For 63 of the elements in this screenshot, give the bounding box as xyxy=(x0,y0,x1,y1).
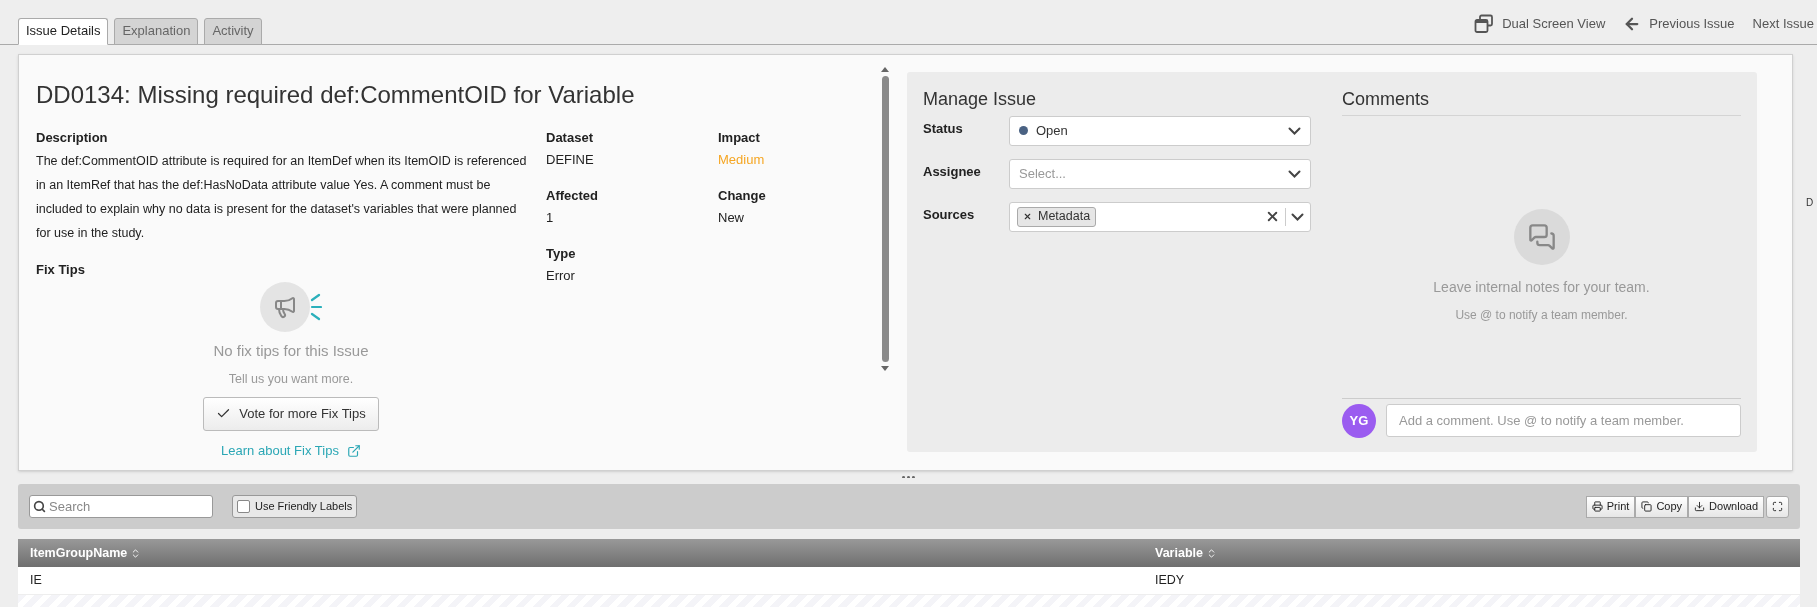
download-button[interactable]: Download xyxy=(1688,495,1764,518)
comment-input[interactable]: Add a comment. Use @ to notify a team member. xyxy=(1386,404,1741,437)
tab[interactable]: Issue Details xyxy=(18,17,109,45)
external-link-icon xyxy=(346,443,361,458)
fix-tips-label: Fix Tips xyxy=(36,261,86,279)
search-icon xyxy=(33,500,46,514)
clear-icon[interactable] xyxy=(1265,209,1280,224)
source-tag[interactable]: Metadata xyxy=(1017,206,1097,227)
search-field[interactable]: Search xyxy=(29,495,213,519)
user-avatar: YG xyxy=(1342,403,1376,438)
assignee-label: Assignee xyxy=(923,162,982,181)
column-header[interactable]: ItemGroupName xyxy=(18,543,1143,563)
remove-icon[interactable] xyxy=(1023,212,1032,221)
status-label: Status xyxy=(923,119,964,138)
issue-title: DD0134: Missing required def:CommentOID for Variable xyxy=(36,79,636,110)
table-cell-text: IEDY xyxy=(1154,572,1186,590)
tab[interactable]: Activity xyxy=(204,17,262,45)
megaphone-icon xyxy=(260,281,322,332)
field-value: 1 xyxy=(546,209,555,227)
empty-state-hint: Tell us you want more. xyxy=(228,371,354,388)
status-select[interactable]: Open xyxy=(1009,115,1311,146)
manage-issue-heading: Manage Issue xyxy=(923,87,1038,111)
vote-button[interactable]: Vote for more Fix Tips xyxy=(203,396,379,431)
field-label: Impact xyxy=(718,128,761,147)
table-cell-text: IE xyxy=(29,572,43,590)
printer-icon xyxy=(1591,501,1603,513)
field-value: Error xyxy=(546,267,576,285)
chevron-down-icon xyxy=(1288,126,1301,135)
sources-select[interactable]: Metadata xyxy=(1009,201,1311,232)
sources-label: Sources xyxy=(923,205,976,224)
field-label: Type xyxy=(546,244,577,263)
friendly-labels-toggle[interactable]: Use Friendly Labels xyxy=(232,495,358,519)
field-value: Medium xyxy=(718,151,766,169)
copy-icon xyxy=(1641,501,1653,513)
description-label: Description xyxy=(36,128,109,147)
description-text: The def:CommentOID attribute is required for an ItemDef when its ItemOID is referenced in an ItemRef that has the def:HasNoData attribute value Yes. A comment must be included to explain why no data is present for the dataset's variables that were planned for use in the study. xyxy=(36,153,528,242)
windows-icon xyxy=(1474,13,1495,34)
comments-empty-hint: Use @ to notify a team member. xyxy=(1455,307,1628,324)
expand-icon xyxy=(1772,501,1783,513)
dual-screen-button[interactable]: Dual Screen View xyxy=(1474,13,1606,34)
scroll-down-icon[interactable] xyxy=(881,365,889,371)
resize-handle[interactable] xyxy=(902,475,915,479)
previous-issue-button[interactable]: Previous Issue xyxy=(1623,13,1735,34)
column-header[interactable]: Variable xyxy=(1143,543,1800,563)
field-label: Affected xyxy=(546,186,599,205)
fullscreen-button[interactable] xyxy=(1766,495,1789,518)
field-label: Change xyxy=(718,186,767,205)
comments-empty-title: Leave internal notes for your team. xyxy=(1433,278,1650,297)
print-button[interactable]: Print xyxy=(1585,495,1636,518)
empty-state-title: No fix tips for this Issue xyxy=(213,340,369,361)
tab[interactable]: Explanation xyxy=(114,17,199,45)
comments-heading: Comments xyxy=(1342,85,1741,116)
download-icon xyxy=(1694,501,1706,513)
chevron-down-icon xyxy=(1288,169,1301,178)
chevron-down-icon xyxy=(1291,212,1304,221)
field-value: DEFINE xyxy=(546,151,595,169)
scroll-up-icon[interactable] xyxy=(881,66,889,72)
field-label: Dataset xyxy=(546,128,594,147)
edge-text: D xyxy=(1806,195,1814,210)
checkbox[interactable] xyxy=(237,500,250,514)
field-value: New xyxy=(718,209,745,227)
next-issue-button[interactable]: Next Issue xyxy=(1752,13,1814,34)
copy-button[interactable]: Copy xyxy=(1635,495,1689,518)
